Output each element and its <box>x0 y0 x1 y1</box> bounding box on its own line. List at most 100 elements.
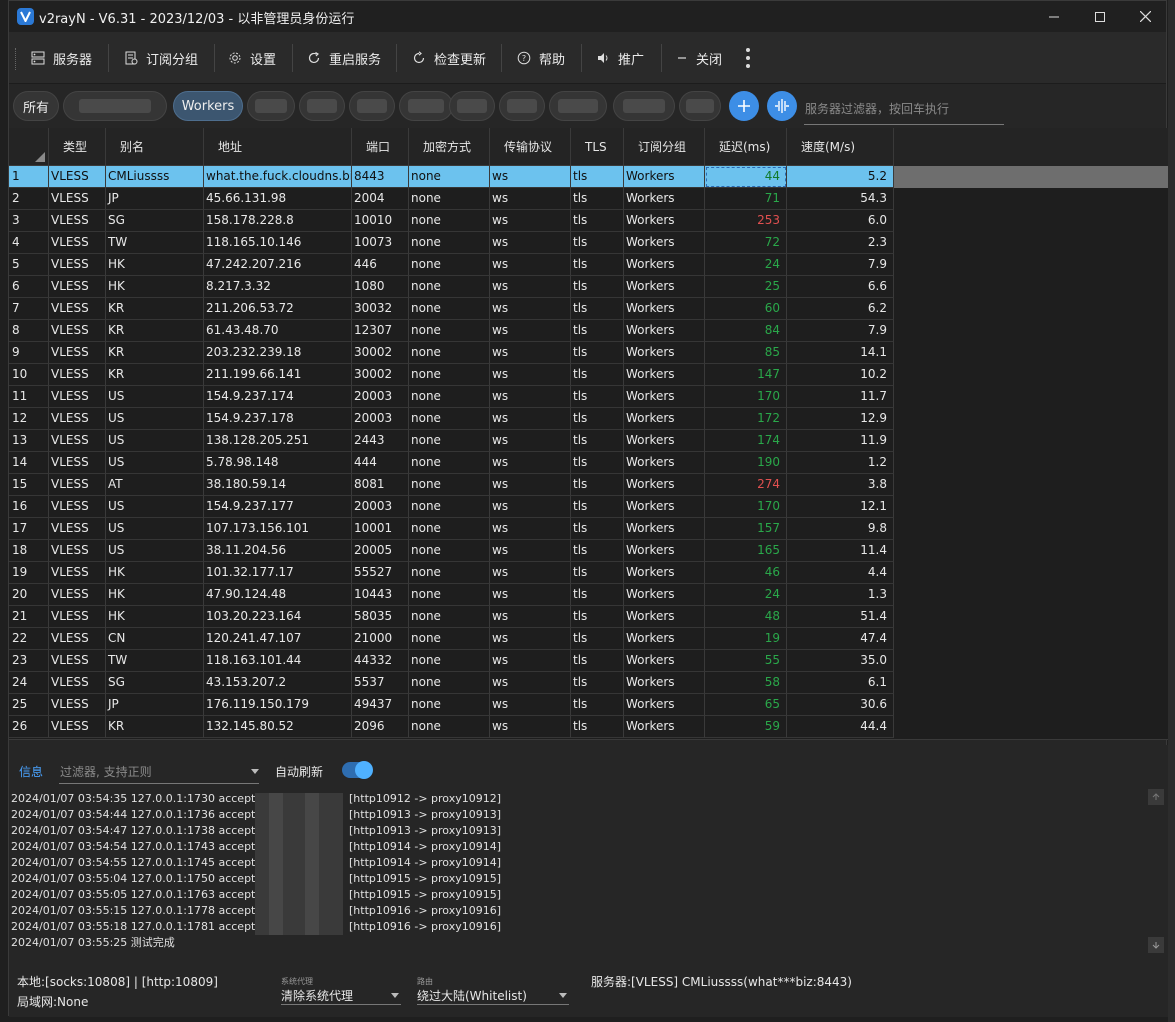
group-tab-hidden[interactable] <box>499 91 545 121</box>
check-update-button[interactable]: 检查更新 <box>412 46 486 70</box>
edit-group-button[interactable] <box>767 91 797 121</box>
cell-address: 5.78.98.148 <box>204 452 352 474</box>
add-group-button[interactable] <box>729 91 759 121</box>
column-header-subgroup[interactable]: 订阅分组 <box>624 128 705 166</box>
routing-select[interactable]: 绕过大陆(Whitelist) <box>417 985 569 1005</box>
log-filter-combobox[interactable]: 过滤器, 支持正则 <box>59 758 259 784</box>
column-header-type[interactable]: 类型 <box>49 128 106 166</box>
select-all-corner[interactable] <box>9 128 49 166</box>
cell-address: 38.180.59.14 <box>204 474 352 496</box>
server-row[interactable]: 2 VLESS JP 45.66.131.98 2004 none ws tls Workers… <box>9 188 894 210</box>
column-header-tls[interactable]: TLS <box>571 128 624 166</box>
restart-service-button[interactable]: 重启服务 <box>307 46 381 70</box>
cell-speed: 1.3 <box>787 584 894 606</box>
server-row[interactable]: 19 VLESS HK 101.32.177.17 55527 none ws tls Work… <box>9 562 894 584</box>
update-icon <box>413 51 425 64</box>
server-filter-input[interactable] <box>804 93 1004 125</box>
group-tab-hidden[interactable] <box>299 91 345 121</box>
system-proxy-select[interactable]: 清除系统代理 <box>281 985 401 1005</box>
server-row[interactable]: 1 VLESS CMLiussss what.the.fuck.cloudns.biz… <box>9 166 894 188</box>
log-line-prefix: 2024/01/07 03:55:15 127.0.0.1:1778 accep… <box>11 904 277 917</box>
group-tab-hidden[interactable] <box>399 91 453 121</box>
column-header-security[interactable]: 加密方式 <box>409 128 490 166</box>
group-tab-hidden[interactable] <box>449 91 495 121</box>
server-row[interactable]: 25 VLESS JP 176.119.150.179 49437 none ws tls Wo… <box>9 694 894 716</box>
server-row[interactable]: 24 VLESS SG 43.153.207.2 5537 none ws tls Worker… <box>9 672 894 694</box>
cell-subgroup: Workers <box>624 496 705 518</box>
server-row[interactable]: 16 VLESS US 154.9.237.177 20003 none ws tls Work… <box>9 496 894 518</box>
close-window-button[interactable] <box>1122 1 1168 32</box>
server-row[interactable]: 22 VLESS CN 120.241.47.107 21000 none ws tls Wor… <box>9 628 894 650</box>
group-tab-hidden[interactable] <box>679 91 721 121</box>
group-tab-hidden[interactable] <box>247 91 295 121</box>
cell-address: 118.163.101.44 <box>204 650 352 672</box>
server-row[interactable]: 12 VLESS US 154.9.237.178 20003 none ws tls Work… <box>9 408 894 430</box>
server-row[interactable]: 15 VLESS AT 38.180.59.14 8081 none ws tls Worker… <box>9 474 894 496</box>
server-row[interactable]: 6 VLESS HK 8.217.3.32 1080 none ws tls Workers 25… <box>9 276 894 298</box>
server-row[interactable]: 20 VLESS HK 47.90.124.48 10443 none ws tls Worke… <box>9 584 894 606</box>
promote-button[interactable]: 推广 <box>596 46 644 70</box>
row-filler <box>894 254 1168 276</box>
cell-type: VLESS <box>49 276 106 298</box>
server-row[interactable]: 13 VLESS US 138.128.205.251 2443 none ws tls Wor… <box>9 430 894 452</box>
log-line-route: [http10913 -> proxy10913] <box>349 824 502 837</box>
servers-menu-button[interactable]: 服务器 <box>31 46 92 70</box>
group-tab-hidden[interactable] <box>349 91 395 121</box>
cell-type: VLESS <box>49 540 106 562</box>
server-row[interactable]: 18 VLESS US 38.11.204.56 20005 none ws tls Worke… <box>9 540 894 562</box>
server-row[interactable]: 7 VLESS KR 211.206.53.72 30032 none ws tls Worke… <box>9 298 894 320</box>
cell-security: none <box>409 232 490 254</box>
maximize-button[interactable] <box>1077 1 1123 32</box>
more-options-icon[interactable] <box>744 48 752 68</box>
cell-type: VLESS <box>49 232 106 254</box>
server-row[interactable]: 14 VLESS US 5.78.98.148 444 none ws tls Workers 1… <box>9 452 894 474</box>
routing-value: 绕过大陆(Whitelist) <box>417 989 527 1003</box>
server-row[interactable]: 5 VLESS HK 47.242.207.216 446 none ws tls Worker… <box>9 254 894 276</box>
server-row[interactable]: 9 VLESS KR 203.232.239.18 30002 none ws tls Work… <box>9 342 894 364</box>
cell-delay: 85 <box>705 342 787 364</box>
cell-alias: HK <box>106 562 204 584</box>
cell-security: none <box>409 408 490 430</box>
server-row[interactable]: 3 VLESS SG 158.178.228.8 10010 none ws tls Worke… <box>9 210 894 232</box>
cell-speed: 6.1 <box>787 672 894 694</box>
cell-type: VLESS <box>49 606 106 628</box>
server-row[interactable]: 26 VLESS KR 132.145.80.52 2096 none ws tls Worke… <box>9 716 894 738</box>
server-row[interactable]: 23 VLESS TW 118.163.101.44 44332 none ws tls Wor… <box>9 650 894 672</box>
column-header-port[interactable]: 端口 <box>352 128 409 166</box>
cell-delay: 172 <box>705 408 787 430</box>
server-row[interactable]: 10 VLESS KR 211.199.66.141 30002 none ws tls Wor… <box>9 364 894 386</box>
subscription-groups-button[interactable]: 订阅分组 <box>124 46 198 70</box>
log-vertical-scrollbar[interactable] <box>1148 789 1164 959</box>
column-header-speed[interactable]: 速度(M/s) <box>787 128 894 166</box>
group-tab-hidden[interactable] <box>613 91 675 121</box>
group-tab-workers[interactable]: Workers <box>173 91 243 121</box>
cell-type: VLESS <box>49 518 106 540</box>
scroll-down-arrow-icon[interactable] <box>1148 937 1164 953</box>
cell-subgroup: Workers <box>624 628 705 650</box>
cell-security: none <box>409 452 490 474</box>
group-tab-hidden[interactable] <box>63 91 167 121</box>
server-row[interactable]: 17 VLESS US 107.173.156.101 10001 none ws tls Wo… <box>9 518 894 540</box>
help-button[interactable]: ? 帮助 <box>517 46 565 70</box>
group-tab-all[interactable]: 所有 <box>13 91 59 121</box>
settings-menu-button[interactable]: 设置 <box>228 46 276 70</box>
cell-index: 7 <box>9 298 49 320</box>
column-header-alias[interactable]: 别名 <box>106 128 204 166</box>
server-row[interactable]: 8 VLESS KR 61.43.48.70 12307 none ws tls Workers… <box>9 320 894 342</box>
row-filler <box>894 562 1168 584</box>
column-header-address[interactable]: 地址 <box>204 128 352 166</box>
column-header-network[interactable]: 传输协议 <box>490 128 571 166</box>
server-row[interactable]: 21 VLESS HK 103.20.223.164 58035 none ws tls Wor… <box>9 606 894 628</box>
group-tab-hidden[interactable] <box>549 91 607 121</box>
server-row[interactable]: 4 VLESS TW 118.165.10.146 10073 none ws tls Work… <box>9 232 894 254</box>
scroll-up-arrow-icon[interactable] <box>1148 789 1164 805</box>
column-header-delay[interactable]: 延迟(ms) <box>705 128 787 166</box>
log-tab-info[interactable]: 信息 <box>19 763 43 780</box>
server-row[interactable]: 11 VLESS US 154.9.237.174 20003 none ws tls Work… <box>9 386 894 408</box>
cell-network: ws <box>490 320 571 342</box>
close-app-button[interactable]: 关闭 <box>676 46 722 70</box>
horizontal-scrollbar[interactable] <box>9 739 1168 740</box>
cell-network: ws <box>490 298 571 320</box>
auto-refresh-toggle[interactable] <box>342 761 373 779</box>
minimize-button[interactable] <box>1031 1 1077 32</box>
